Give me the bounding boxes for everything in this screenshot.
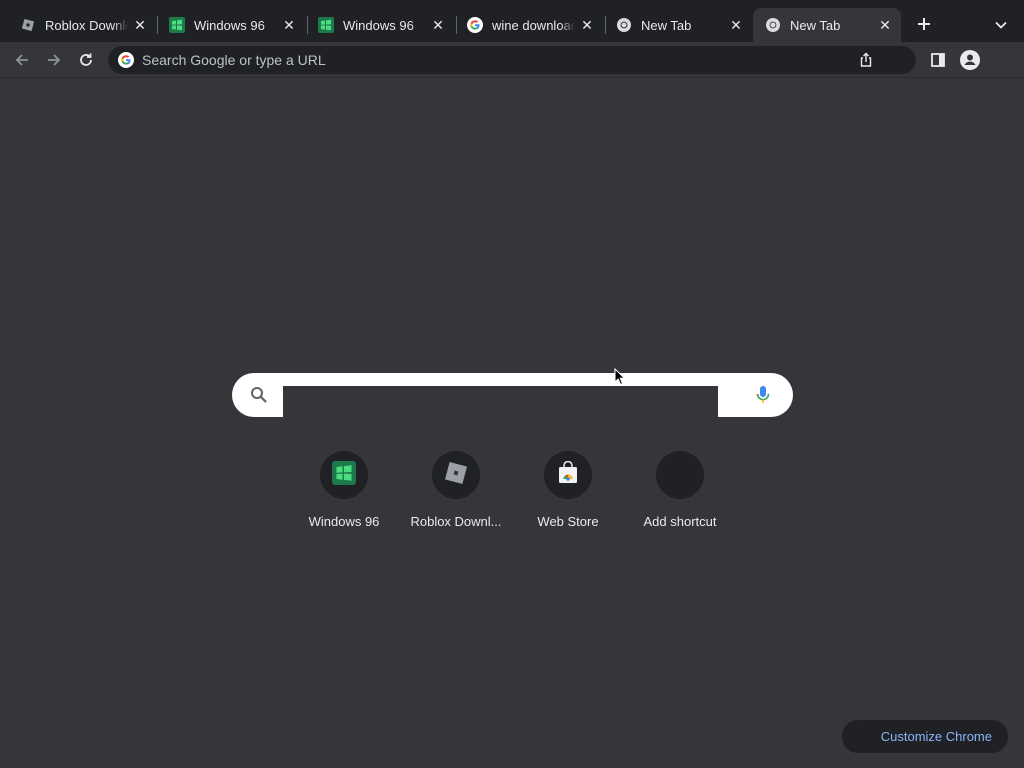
close-icon[interactable]: ✕: [728, 17, 744, 33]
roblox-icon: [20, 17, 36, 33]
shortcut-tile-add[interactable]: Add shortcut: [624, 451, 736, 541]
side-panel-button[interactable]: [926, 48, 950, 72]
mouse-cursor-icon: [614, 367, 626, 386]
close-icon[interactable]: ✕: [877, 17, 893, 33]
customize-chrome-label: Customize Chrome: [880, 729, 992, 744]
google-icon: [467, 17, 483, 33]
close-icon[interactable]: ✕: [579, 17, 595, 33]
forward-button[interactable]: [42, 48, 66, 72]
shortcut-tile[interactable]: Windows 96: [288, 451, 400, 541]
back-button[interactable]: [10, 48, 34, 72]
add-shortcut-icon: [656, 451, 704, 499]
arrow-right-icon: [48, 54, 61, 66]
profile-button[interactable]: [958, 48, 982, 72]
shortcut-label: Web Store: [537, 514, 599, 529]
tab-title: Roblox Downlo: [45, 17, 128, 33]
ntp-search-input[interactable]: [283, 386, 718, 417]
shortcut-tile[interactable]: Web Store: [512, 451, 624, 541]
share-icon[interactable]: [858, 52, 874, 68]
customize-chrome-button[interactable]: Customize Chrome: [842, 720, 1008, 753]
tab-title: New Tab: [641, 17, 692, 33]
arrow-left-icon: [15, 54, 28, 66]
tab-new-tab-active[interactable]: New Tab ✕: [753, 8, 901, 42]
roblox-icon: [444, 461, 468, 490]
shortcut-icon-circle: [432, 451, 480, 499]
tab-title: Windows 96: [194, 17, 265, 33]
windows96-icon: [169, 17, 185, 33]
microphone-icon[interactable]: [754, 385, 772, 405]
ntp-search-box: [232, 373, 793, 417]
tab-title: wine download: [492, 17, 575, 33]
close-icon[interactable]: ✕: [430, 17, 446, 33]
tab-roblox[interactable]: Roblox Downlo ✕: [8, 8, 156, 42]
plus-icon: [918, 18, 930, 30]
chrome-icon: [616, 17, 632, 33]
windows96-icon: [318, 17, 334, 33]
toolbar: Search Google or type a URL: [0, 42, 1024, 78]
shortcut-label: Add shortcut: [643, 514, 717, 529]
tab-google-search[interactable]: wine download ✕: [455, 8, 603, 42]
tab-title: New Tab: [790, 17, 841, 33]
shortcut-label: Roblox Downl...: [410, 514, 502, 529]
search-icon: [250, 386, 268, 404]
tab-strip: Roblox Downlo ✕ Windows 96 ✕ Windows 96 …: [0, 0, 1024, 42]
reload-icon: [80, 53, 92, 66]
shortcut-label: Windows 96: [308, 514, 380, 529]
reload-button[interactable]: [74, 48, 98, 72]
tab-search-button[interactable]: [990, 14, 1012, 36]
tab-title: Windows 96: [343, 17, 414, 33]
tab-windows96[interactable]: Windows 96 ✕: [157, 8, 305, 42]
address-bar-placeholder: Search Google or type a URL: [142, 52, 326, 68]
shortcut-tile[interactable]: Roblox Downl...: [400, 451, 512, 541]
tab-new-tab[interactable]: New Tab ✕: [604, 8, 752, 42]
chevron-down-icon: [995, 21, 1007, 29]
address-bar[interactable]: Search Google or type a URL: [108, 46, 916, 74]
windows96-icon: [332, 460, 356, 490]
google-icon: [118, 52, 134, 68]
chrome-web-store-icon: [556, 460, 580, 490]
chrome-icon: [765, 17, 781, 33]
side-panel-icon: [931, 53, 945, 67]
close-icon[interactable]: ✕: [132, 17, 148, 33]
new-tab-button[interactable]: [912, 12, 936, 36]
close-icon[interactable]: ✕: [281, 17, 297, 33]
shortcut-icon-circle: [544, 451, 592, 499]
avatar-icon: [960, 50, 980, 70]
tab-windows96[interactable]: Windows 96 ✕: [306, 8, 454, 42]
shortcut-icon-circle: [320, 451, 368, 499]
